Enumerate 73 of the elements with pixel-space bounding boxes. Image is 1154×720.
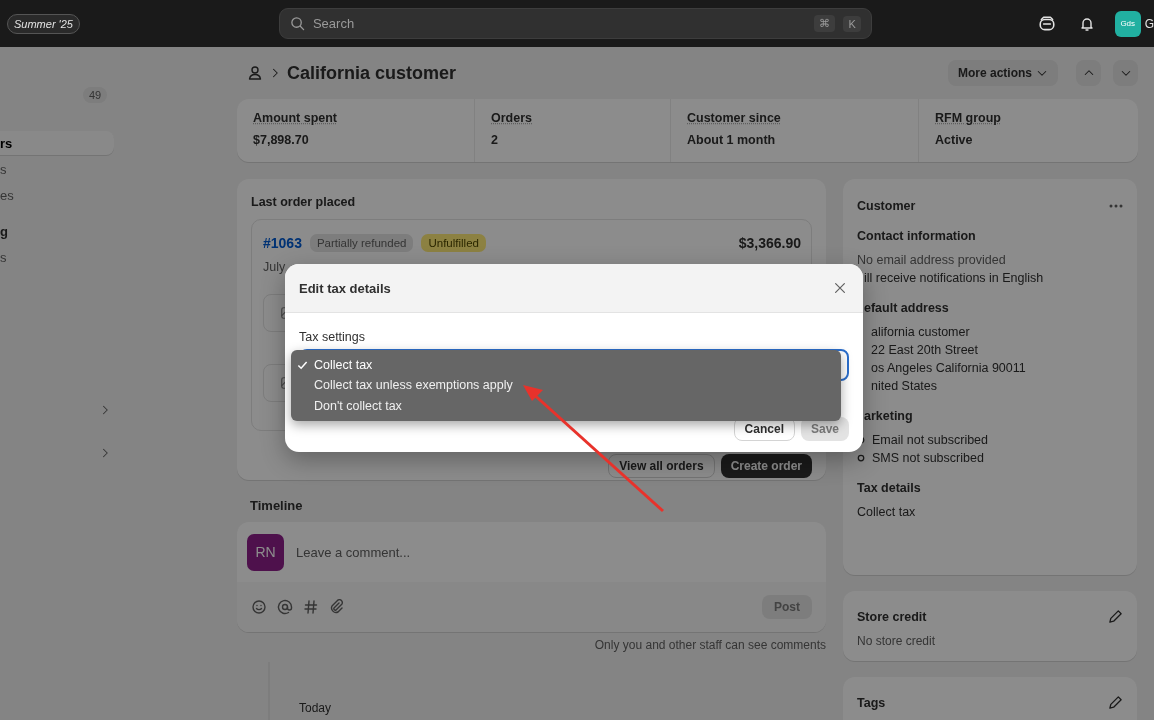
close-button[interactable] bbox=[833, 281, 847, 295]
store-credit-value: No store credit bbox=[857, 634, 937, 648]
section-title: arketing bbox=[864, 409, 914, 423]
store-name: G bbox=[1144, 16, 1154, 31]
card-title: Customer bbox=[857, 199, 916, 213]
stat-label: RFM group bbox=[935, 111, 1001, 125]
section-title: Contact information bbox=[857, 229, 977, 243]
assistant-icon bbox=[1037, 14, 1056, 33]
count-badge: 49 bbox=[83, 87, 108, 103]
dropdown-option[interactable]: Collect tax unless exemptions apply bbox=[297, 375, 835, 396]
more-icon[interactable] bbox=[1109, 204, 1123, 208]
pencil-icon bbox=[1108, 609, 1123, 624]
check-icon bbox=[297, 359, 308, 371]
search-placeholder: Search bbox=[312, 16, 356, 31]
section-title: Tax details bbox=[857, 481, 922, 495]
info-line: 22 East 20th Street bbox=[870, 343, 979, 357]
card-title: Tags bbox=[857, 695, 886, 710]
info-line: No email address provided bbox=[857, 253, 1007, 267]
order-button[interactable]: Create order bbox=[720, 454, 812, 478]
pencil-icon bbox=[1108, 695, 1123, 710]
order-link[interactable]: #1063 bbox=[263, 235, 302, 251]
info-line: ill receive notifications in English bbox=[863, 271, 1045, 285]
sidebar-item[interactable]: rs bbox=[0, 131, 114, 155]
sidebar-item[interactable]: s bbox=[0, 245, 114, 269]
subscription-status: SMS not subscribed bbox=[872, 451, 984, 465]
sidebar-item[interactable]: g bbox=[0, 219, 114, 243]
sidebar-item[interactable]: s bbox=[0, 157, 114, 181]
dropdown-option[interactable]: Collect tax bbox=[297, 355, 835, 376]
order-button[interactable]: View all orders bbox=[608, 454, 715, 478]
person-icon bbox=[247, 65, 263, 81]
order-total: $3,366.90 bbox=[738, 235, 801, 251]
card-title: Last order placed bbox=[251, 195, 357, 209]
mention-icon bbox=[277, 599, 293, 615]
stat-value: Active bbox=[935, 133, 974, 147]
card-title: Store credit bbox=[857, 609, 927, 624]
season-badge: Summer '25 bbox=[7, 13, 80, 34]
dropdown-option[interactable]: Don't collect tax bbox=[297, 395, 835, 416]
info-line: alifornia customer bbox=[870, 325, 971, 339]
staff-note: Only you and other staff can see comments bbox=[594, 638, 826, 652]
sidebar-item[interactable]: es bbox=[0, 183, 114, 207]
comment-field[interactable]: Leave a comment... bbox=[294, 543, 816, 561]
timeline-date: Today bbox=[299, 701, 332, 715]
status-badge: Partially refunded bbox=[309, 234, 414, 252]
section-title: Timeline bbox=[250, 498, 304, 513]
post-button[interactable]: Post bbox=[762, 595, 812, 619]
order-date: July bbox=[262, 259, 287, 276]
account-avatar[interactable]: Gds bbox=[1114, 10, 1141, 37]
stat-value: $7,898.70 bbox=[253, 133, 310, 147]
info-line: Collect tax bbox=[857, 505, 917, 519]
status-badge: Unfulfilled bbox=[421, 234, 486, 252]
info-line: nited States bbox=[870, 379, 938, 393]
stat-label: Amount spent bbox=[253, 111, 338, 125]
hashtag-icon bbox=[303, 599, 319, 615]
bell-icon bbox=[1078, 15, 1095, 32]
field-label: Tax settings bbox=[299, 330, 366, 344]
emoji-icon bbox=[251, 599, 267, 615]
subscription-status: Email not subscribed bbox=[872, 433, 989, 447]
attachment-icon bbox=[329, 599, 345, 615]
stat-label: Orders bbox=[491, 111, 532, 125]
user-avatar: RN bbox=[247, 533, 284, 571]
close-icon bbox=[833, 281, 847, 295]
stat-value: 2 bbox=[491, 133, 499, 147]
info-line: os Angeles California 90011 bbox=[870, 361, 1027, 375]
section-title: efault address bbox=[864, 301, 950, 315]
search-icon bbox=[289, 16, 305, 31]
shortcut-key: K bbox=[843, 15, 861, 32]
stat-value: About 1 month bbox=[687, 133, 777, 147]
search-field[interactable]: Search ⌘ K bbox=[278, 8, 872, 39]
page-title: California customer bbox=[287, 62, 457, 84]
dialog-title: Edit tax details bbox=[299, 280, 391, 296]
stat-label: Customer since bbox=[687, 111, 781, 125]
shortcut-key: ⌘ bbox=[814, 15, 836, 32]
more-actions-button[interactable]: More actions bbox=[948, 60, 1058, 86]
